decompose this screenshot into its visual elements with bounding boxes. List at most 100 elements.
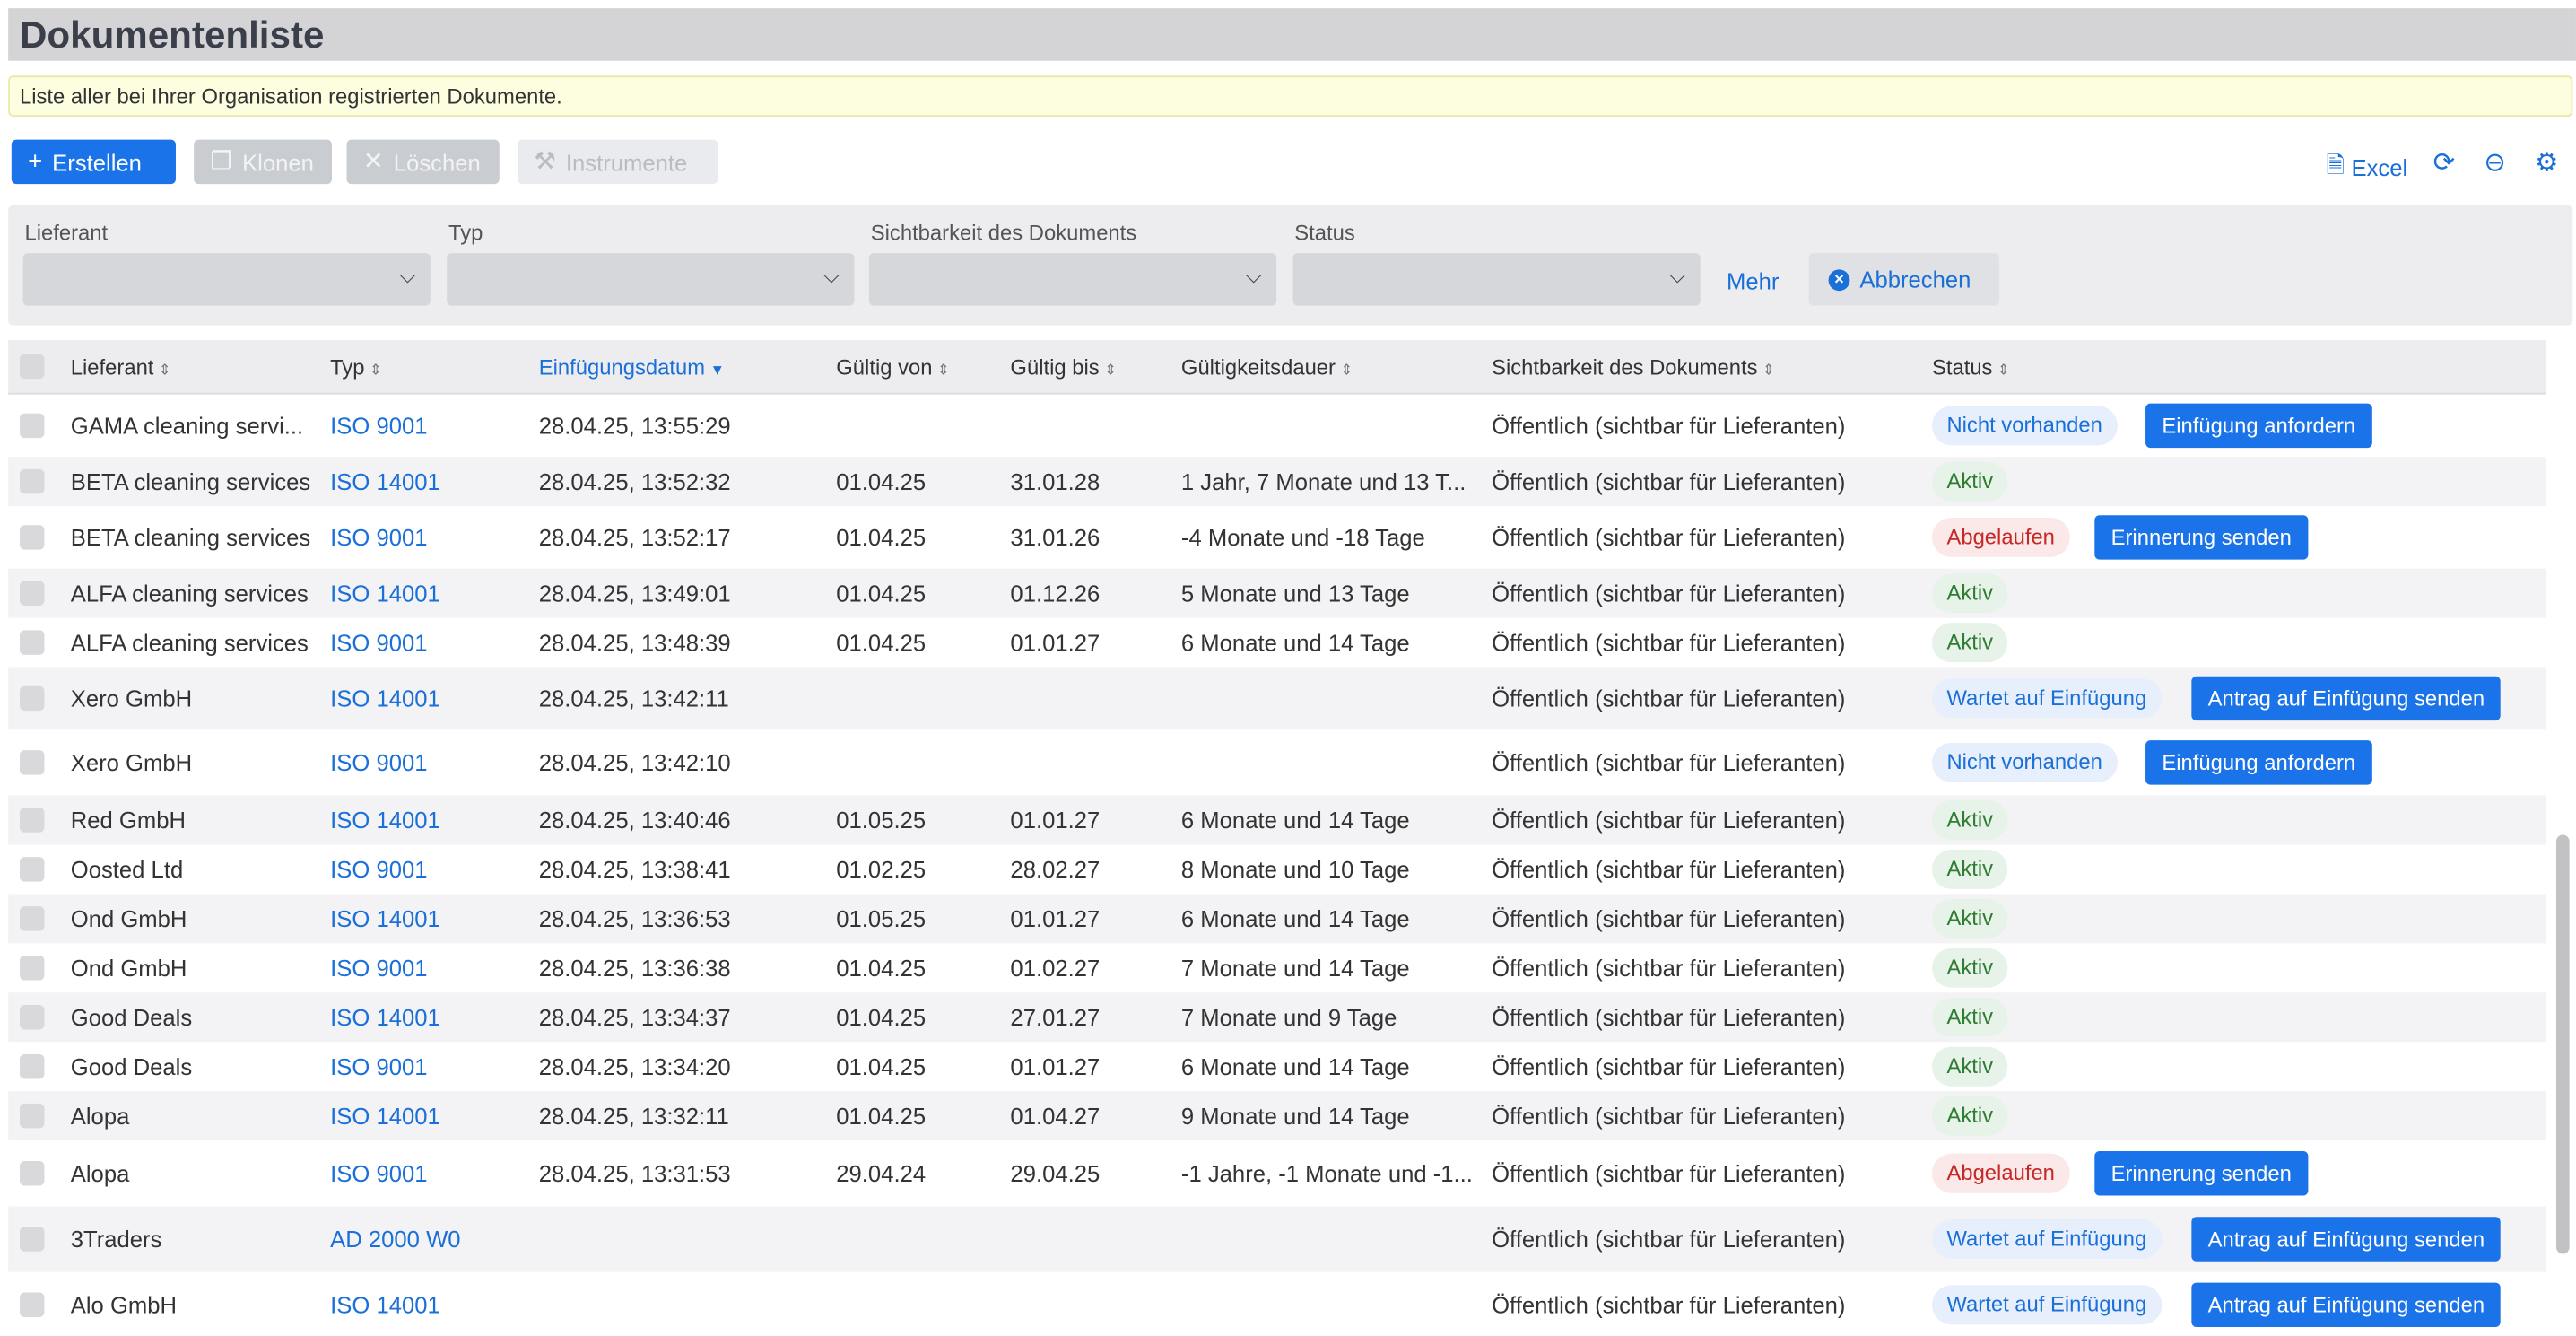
zoom-out-icon[interactable]: ⊖ — [2484, 146, 2506, 179]
row-action-button[interactable]: Einfügung anfordern — [2145, 403, 2372, 449]
cell-type-link[interactable]: ISO 9001 — [330, 1053, 427, 1079]
gear-icon[interactable]: ⚙ — [2535, 146, 2558, 179]
table-row[interactable]: Oosted Ltd ISO 9001 28.04.25, 13:38:41 01.0… — [8, 844, 2546, 894]
header-visibility[interactable]: Sichtbarkeit des Dokuments ⇕ — [1492, 355, 1775, 380]
table-row[interactable]: 3Traders AD 2000 W0 Öffentlich (sichtbar f… — [8, 1206, 2546, 1272]
cell-type-link[interactable]: ISO 14001 — [330, 807, 440, 833]
cell-supplier: Red GmbH — [70, 807, 187, 834]
vertical-scrollbar[interactable] — [2554, 342, 2571, 1332]
cell-visibility: Öffentlich (sichtbar für Lieferanten) — [1492, 685, 1846, 712]
cell-visibility: Öffentlich (sichtbar für Lieferanten) — [1492, 1004, 1846, 1031]
table-row[interactable]: Xero GmbH ISO 9001 28.04.25, 13:42:10 Öffen… — [8, 729, 2546, 795]
header-inserted[interactable]: Einfügungsdatum ▼ — [539, 355, 725, 380]
sort-icon: ⇕ — [370, 361, 382, 379]
row-action-button[interactable]: Einfügung anfordern — [2145, 740, 2372, 785]
chevron-down-icon: ⌵ — [1669, 263, 1686, 288]
cell-type-link[interactable]: AD 2000 W0 — [330, 1226, 460, 1252]
clone-button[interactable]: ❐ Klonen — [194, 139, 332, 185]
row-checkbox[interactable] — [19, 906, 45, 931]
row-action-button[interactable]: Erinnerung senden — [2094, 515, 2309, 560]
filter-status-select[interactable]: ⌵ — [1292, 253, 1701, 306]
row-action-button[interactable]: Antrag auf Einfügung senden — [2191, 1281, 2502, 1327]
header-supplier[interactable]: Lieferant ⇕ — [71, 355, 171, 380]
table-row[interactable]: ALFA cleaning services ISO 14001 28.04.25,… — [8, 568, 2546, 618]
filter-visibility-select[interactable]: ⌵ — [868, 253, 1277, 306]
cell-valid-from: 01.04.25 — [836, 1004, 927, 1031]
table-row[interactable]: GAMA cleaning servi... ISO 9001 28.04.25, … — [8, 395, 2546, 458]
delete-button[interactable]: ✕ Löschen — [346, 139, 500, 185]
table-row[interactable]: Ond GmbH ISO 9001 28.04.25, 13:36:38 01.04.… — [8, 943, 2546, 992]
clone-label: Klonen — [242, 148, 314, 176]
row-checkbox[interactable] — [19, 750, 45, 775]
tools-icon: ⚒ — [534, 147, 556, 176]
cell-type-link[interactable]: ISO 14001 — [330, 1291, 440, 1317]
header-valid-from[interactable]: Gültig von ⇕ — [836, 355, 950, 380]
row-action-button[interactable]: Antrag auf Einfügung senden — [2191, 1217, 2502, 1262]
cell-type-link[interactable]: ISO 14001 — [330, 581, 440, 607]
row-checkbox[interactable] — [19, 1161, 45, 1186]
table-row[interactable]: Good Deals ISO 9001 28.04.25, 13:34:20 01.0… — [8, 1042, 2546, 1091]
cell-type-link[interactable]: ISO 14001 — [330, 685, 440, 712]
table-row[interactable]: Alo GmbH ISO 14001 Öffentlich (sichtbar fü… — [8, 1272, 2546, 1336]
table-row[interactable]: Alopa ISO 14001 28.04.25, 13:32:11 01.04.25… — [8, 1091, 2546, 1141]
row-checkbox[interactable] — [19, 685, 45, 712]
row-checkbox[interactable] — [19, 413, 45, 439]
row-checkbox[interactable] — [19, 525, 45, 550]
cell-type-link[interactable]: ISO 14001 — [330, 1103, 440, 1129]
cell-type-link[interactable]: ISO 9001 — [330, 749, 427, 775]
cell-valid-from: 01.04.25 — [836, 580, 927, 607]
filter-supplier-select[interactable]: ⌵ — [22, 253, 431, 306]
cell-type-link[interactable]: ISO 9001 — [330, 413, 427, 439]
header-type[interactable]: Typ ⇕ — [330, 355, 382, 380]
row-checkbox[interactable] — [19, 857, 45, 882]
table-row[interactable]: Ond GmbH ISO 14001 28.04.25, 13:36:53 01.05… — [8, 894, 2546, 944]
excel-export-button[interactable]: 🗎 Excel — [2327, 148, 2408, 188]
filter-type-select[interactable]: ⌵ — [447, 253, 855, 306]
cancel-filter-button[interactable]: × Abbrechen — [1808, 253, 2000, 306]
header-status[interactable]: Status ⇕ — [1932, 355, 2010, 380]
row-checkbox[interactable] — [19, 1053, 45, 1079]
table-row[interactable]: BETA cleaning services ISO 14001 28.04.25,… — [8, 457, 2546, 507]
cell-type-link[interactable]: ISO 9001 — [330, 524, 427, 550]
row-checkbox[interactable] — [19, 1291, 45, 1317]
row-checkbox[interactable] — [19, 468, 45, 494]
filter-panel: Lieferant ⌵ Typ ⌵ Sichtbarkeit des Dokum… — [8, 205, 2573, 326]
create-button[interactable]: + Erstellen — [11, 139, 176, 185]
header-valid-to[interactable]: Gültig bis ⇕ — [1010, 355, 1117, 380]
tools-button[interactable]: ⚒ Instrumente — [517, 139, 718, 185]
more-filters-link[interactable]: Mehr — [1727, 268, 1779, 294]
row-checkbox[interactable] — [19, 808, 45, 833]
cell-valid-to: 01.01.27 — [1010, 629, 1101, 656]
row-checkbox[interactable] — [19, 956, 45, 981]
header-duration[interactable]: Gültigkeitsdauer ⇕ — [1181, 355, 1353, 380]
file-icon: 🗎 — [2326, 151, 2345, 178]
row-action-button[interactable]: Antrag auf Einfügung senden — [2191, 676, 2502, 721]
cell-type-link[interactable]: ISO 9001 — [330, 1160, 427, 1186]
table-row[interactable]: Good Deals ISO 14001 28.04.25, 13:34:37 01.… — [8, 992, 2546, 1043]
filter-visibility-label: Sichtbarkeit des Dokuments — [870, 220, 1137, 245]
table-row[interactable]: Xero GmbH ISO 14001 28.04.25, 13:42:11 Öffe… — [8, 667, 2546, 730]
cell-type-link[interactable]: ISO 9001 — [330, 630, 427, 656]
row-checkbox[interactable] — [19, 1103, 45, 1129]
tools-label: Instrumente — [565, 148, 688, 176]
cell-supplier: Ond GmbH — [70, 955, 187, 982]
cell-visibility: Öffentlich (sichtbar für Lieferanten) — [1492, 1226, 1846, 1253]
scrollbar-thumb[interactable] — [2555, 834, 2570, 1254]
row-checkbox[interactable] — [19, 630, 45, 655]
cell-type-link[interactable]: ISO 14001 — [330, 468, 440, 494]
table-row[interactable]: BETA cleaning services ISO 9001 28.04.25, … — [8, 506, 2546, 569]
cell-type-link[interactable]: ISO 9001 — [330, 955, 427, 981]
row-action-button[interactable]: Erinnerung senden — [2094, 1151, 2309, 1196]
table-row[interactable]: Alopa ISO 9001 28.04.25, 13:31:53 29.04.24 2… — [8, 1140, 2546, 1206]
row-checkbox[interactable] — [19, 581, 45, 606]
cell-type-link[interactable]: ISO 9001 — [330, 856, 427, 882]
cell-type-link[interactable]: ISO 14001 — [330, 905, 440, 931]
select-all-checkbox[interactable] — [19, 354, 45, 380]
cell-type-link[interactable]: ISO 14001 — [330, 1004, 440, 1030]
refresh-icon[interactable]: ⟳ — [2433, 146, 2456, 179]
cell-supplier: ALFA cleaning services — [70, 580, 309, 607]
row-checkbox[interactable] — [19, 1005, 45, 1030]
row-checkbox[interactable] — [19, 1227, 45, 1252]
table-row[interactable]: ALFA cleaning services ISO 9001 28.04.25, … — [8, 618, 2546, 668]
table-row[interactable]: Red GmbH ISO 14001 28.04.25, 13:40:46 01.05… — [8, 795, 2546, 845]
